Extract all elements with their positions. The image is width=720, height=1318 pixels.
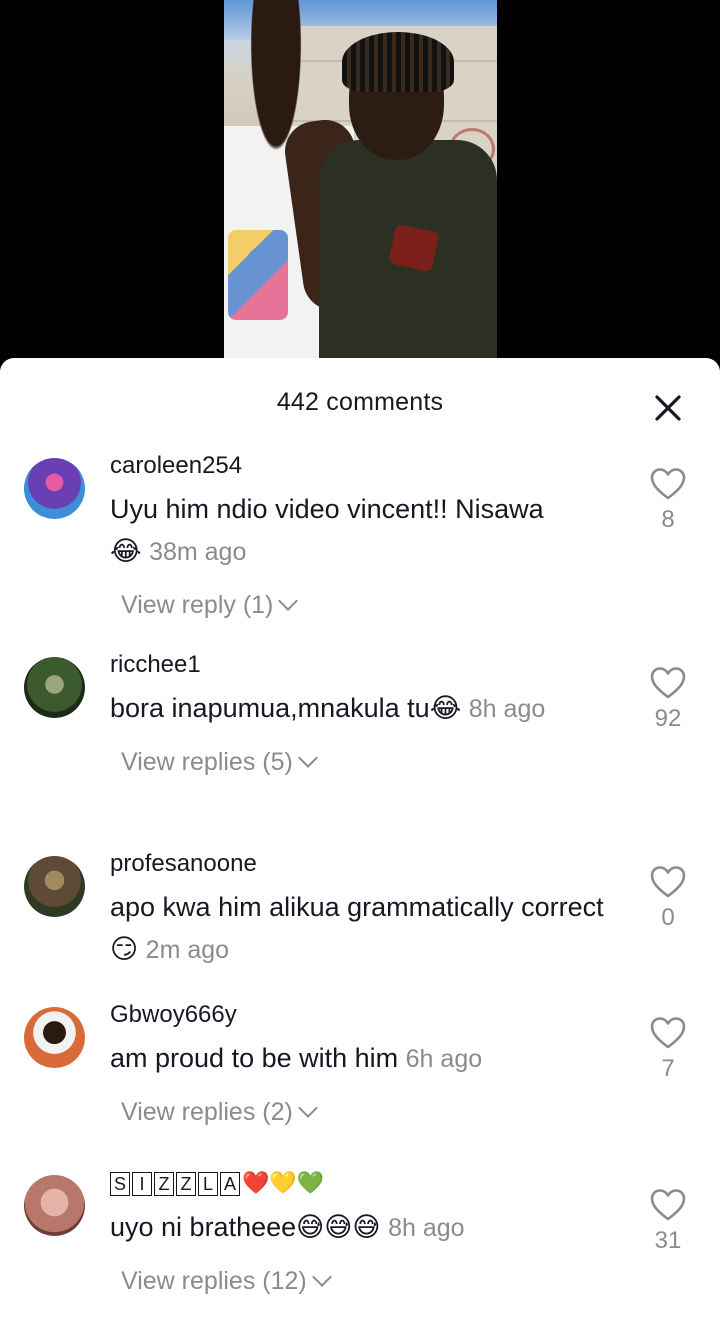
close-icon <box>655 395 681 421</box>
sweat-smile-emoji-icon: 😅😅😅 <box>296 1212 381 1243</box>
comment-body: Uyu him ndio video vincent!! Nisawa <box>110 494 544 524</box>
username-letter: S <box>110 1171 130 1196</box>
avatar[interactable] <box>24 1175 85 1236</box>
comment-time: 8h ago <box>468 695 546 723</box>
comment-username[interactable]: caroleen254 <box>110 450 630 482</box>
view-replies-button[interactable]: View reply (1) <box>121 591 299 620</box>
like-count: 7 <box>661 1055 675 1082</box>
comment-item: caroleen254 Uyu him ndio video vincent!!… <box>0 450 720 649</box>
comment-time: 38m ago <box>149 538 247 566</box>
avatar[interactable] <box>24 458 85 519</box>
comment-item: Gbwoy666y am proud to be with him 6h ago… <box>0 999 720 1167</box>
heart-outline-icon <box>650 468 686 500</box>
video-player[interactable] <box>0 0 720 370</box>
view-replies-label: View reply (1) <box>121 591 274 619</box>
comment-username[interactable]: S I Z Z L A ❤️💛💚 <box>110 1167 630 1200</box>
view-replies-label: View replies (12) <box>121 1267 307 1295</box>
view-replies-button[interactable]: View replies (12) <box>121 1267 332 1296</box>
heart-outline-icon <box>650 1189 686 1221</box>
comments-count-title: 442 comments <box>276 388 444 416</box>
smirk-emoji-icon: 😏 <box>110 934 139 965</box>
comment-text: apo kwa him alikua grammatically correct… <box>110 886 630 971</box>
laughing-emoji-icon: 😂 <box>429 693 462 724</box>
view-replies-button[interactable]: View replies (2) <box>121 1098 318 1127</box>
like-count: 8 <box>661 506 675 533</box>
username-letter: Z <box>154 1171 174 1196</box>
like-button[interactable]: 8 <box>648 466 688 534</box>
avatar[interactable] <box>24 657 85 718</box>
avatar[interactable] <box>24 856 85 917</box>
chevron-down-icon <box>311 1267 332 1287</box>
comment-time: 8h ago <box>388 1214 465 1242</box>
comment-item: S I Z Z L A ❤️💛💚 uyo ni bratheee😅😅😅 8h ago Vie… <box>0 1167 720 1318</box>
comment-time: 2m ago <box>145 936 230 964</box>
username-letter: L <box>198 1171 218 1196</box>
comment-text: Uyu him ndio video vincent!! Nisawa 😂 38… <box>110 488 630 573</box>
comments-header: 442 comments <box>0 358 720 450</box>
like-button[interactable]: 92 <box>648 665 688 733</box>
close-button[interactable] <box>648 388 688 428</box>
comment-body: uyo ni bratheee <box>110 1212 297 1242</box>
comment-body: bora inapumua,mnakula tu <box>110 693 430 723</box>
comment-body: am proud to be with him <box>110 1043 399 1073</box>
laughing-emoji-icon: 😂 <box>110 536 142 567</box>
comment-item: profesanoone apo kwa him alikua grammati… <box>0 848 720 999</box>
comment-text: uyo ni bratheee😅😅😅 8h ago <box>110 1206 630 1249</box>
heart-outline-icon <box>650 866 686 898</box>
like-count: 0 <box>661 904 675 931</box>
comment-item: ricchee1 bora inapumua,mnakula tu😂 8h ag… <box>0 649 720 848</box>
like-button[interactable]: 0 <box>648 864 688 932</box>
chevron-down-icon <box>297 1098 318 1118</box>
heart-outline-icon <box>650 1017 686 1049</box>
video-thumbnail <box>224 0 497 370</box>
comment-username[interactable]: profesanoone <box>110 848 630 880</box>
view-replies-label: View replies (5) <box>121 748 293 776</box>
comment-username[interactable]: Gbwoy666y <box>110 999 630 1031</box>
avatar[interactable] <box>24 1007 85 1068</box>
comment-time: 6h ago <box>405 1045 483 1073</box>
hearts-emoji-icon: ❤️💛💚 <box>242 1171 325 1196</box>
username-letter: I <box>132 1171 152 1196</box>
comment-text: am proud to be with him 6h ago <box>110 1037 630 1080</box>
username-letter: Z <box>176 1171 196 1196</box>
like-count: 92 <box>654 705 682 732</box>
like-button[interactable]: 31 <box>648 1187 688 1255</box>
comment-body: apo kwa him alikua grammatically correct <box>110 892 604 922</box>
comment-text: bora inapumua,mnakula tu😂 8h ago <box>110 687 630 730</box>
view-replies-label: View replies (2) <box>121 1098 293 1126</box>
like-button[interactable]: 7 <box>648 1015 688 1083</box>
heart-outline-icon <box>650 667 686 699</box>
view-replies-button[interactable]: View replies (5) <box>121 748 318 777</box>
chevron-down-icon <box>297 748 318 768</box>
username-letter: A <box>220 1171 240 1196</box>
like-count: 31 <box>654 1227 682 1254</box>
chevron-down-icon <box>278 591 299 611</box>
comment-username[interactable]: ricchee1 <box>110 649 630 681</box>
comments-sheet: 442 comments caroleen254 Uyu him ndio vi… <box>0 358 720 1318</box>
